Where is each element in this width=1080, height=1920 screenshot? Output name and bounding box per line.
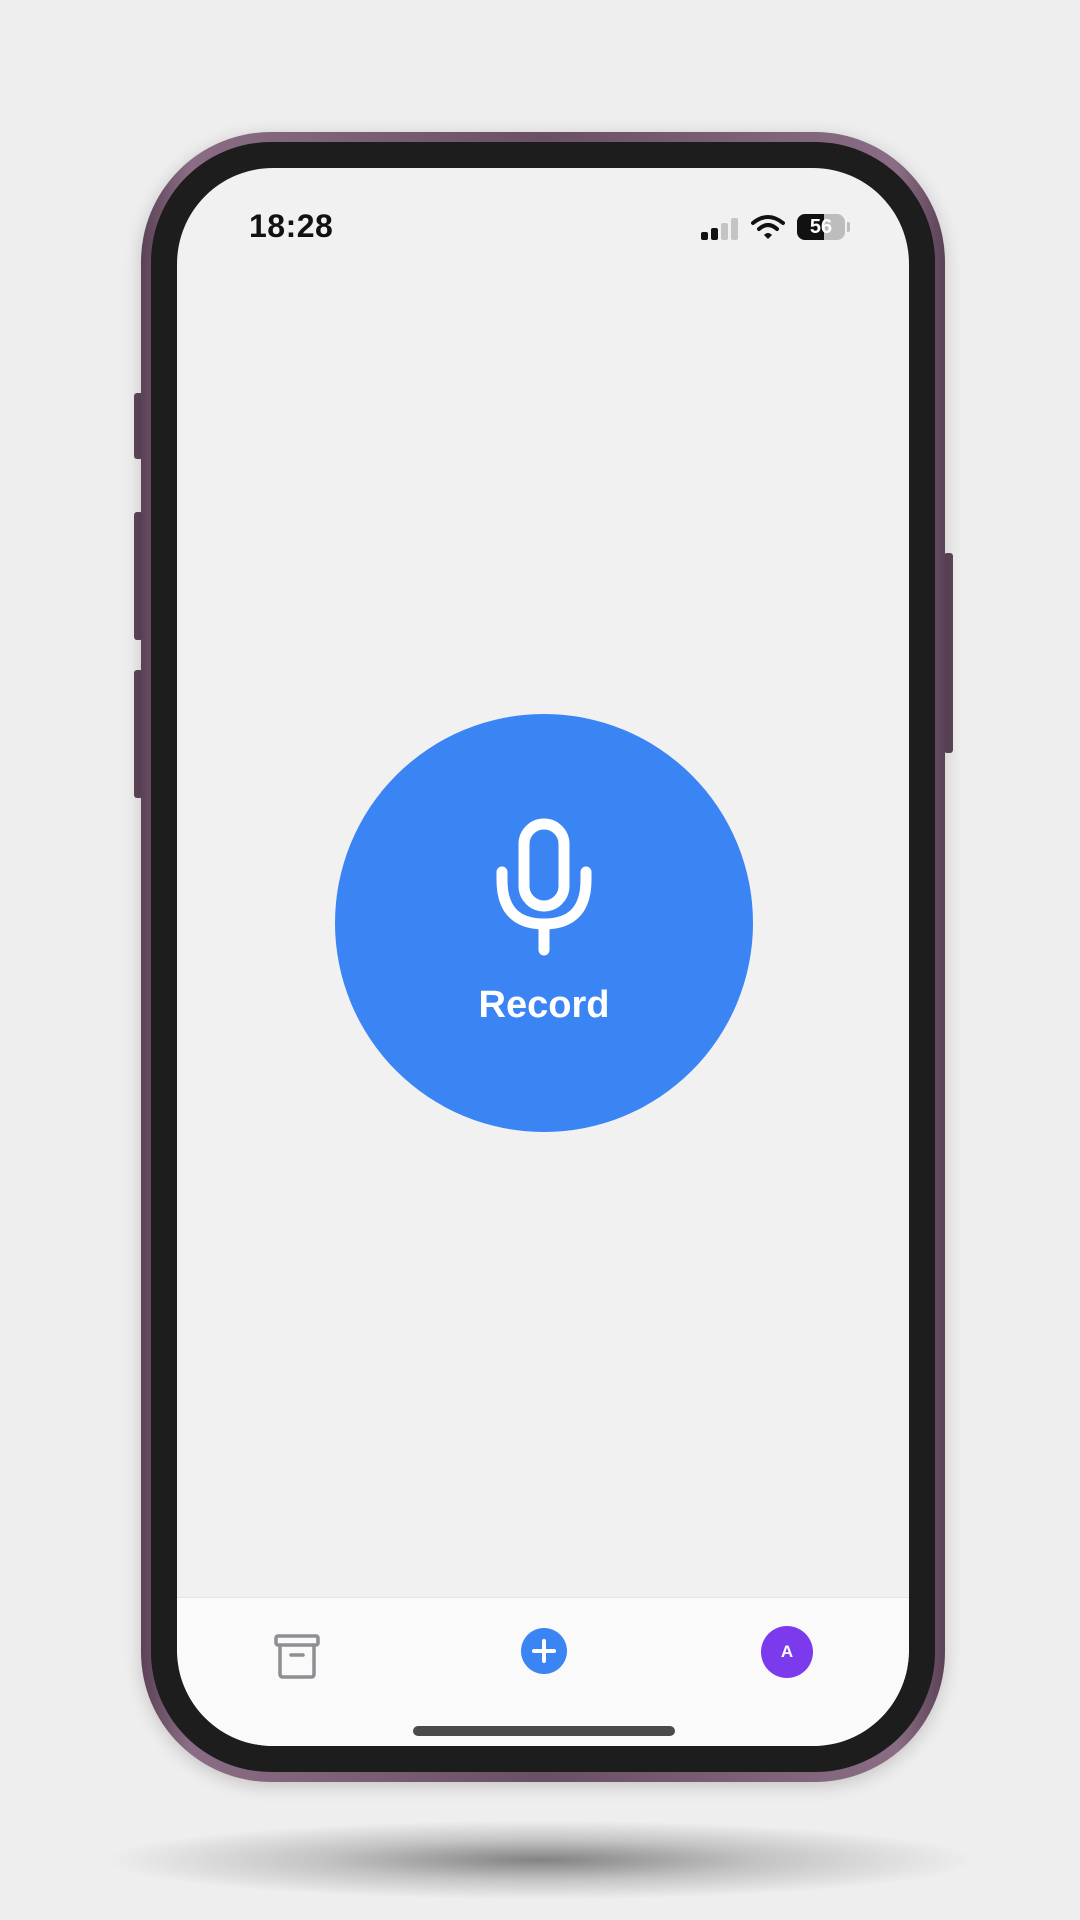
record-label: Record xyxy=(478,984,610,1026)
phone-frame: 18:28 56 Record A xyxy=(141,132,945,1782)
phone-screen: 18:28 56 Record A xyxy=(177,168,909,1746)
plus-icon xyxy=(532,1639,556,1663)
archive-button[interactable] xyxy=(271,1630,323,1682)
signal-bar xyxy=(711,228,718,240)
archive-box-icon xyxy=(274,1634,320,1679)
add-button[interactable] xyxy=(521,1628,567,1674)
wifi-icon xyxy=(751,215,785,239)
app-stage: 18:28 56 Record A xyxy=(0,0,1080,1920)
bottom-tab-bar: A xyxy=(177,1597,909,1746)
signal-bar xyxy=(731,218,738,240)
record-button[interactable]: Record xyxy=(335,714,753,1132)
battery-icon: 56 xyxy=(797,214,845,240)
status-time: 18:28 xyxy=(249,208,334,244)
cellular-signal-icon xyxy=(701,218,739,240)
power-side-button xyxy=(944,553,953,753)
battery-nub xyxy=(847,222,850,232)
home-indicator[interactable] xyxy=(413,1726,675,1736)
battery-percent: 56 xyxy=(809,216,833,238)
device-shadow xyxy=(100,1820,980,1900)
phone-bezel: 18:28 56 Record A xyxy=(151,142,935,1772)
profile-avatar-button[interactable]: A xyxy=(761,1626,813,1678)
microphone-icon xyxy=(496,818,592,956)
signal-bar xyxy=(721,223,728,240)
signal-bar xyxy=(701,232,708,240)
